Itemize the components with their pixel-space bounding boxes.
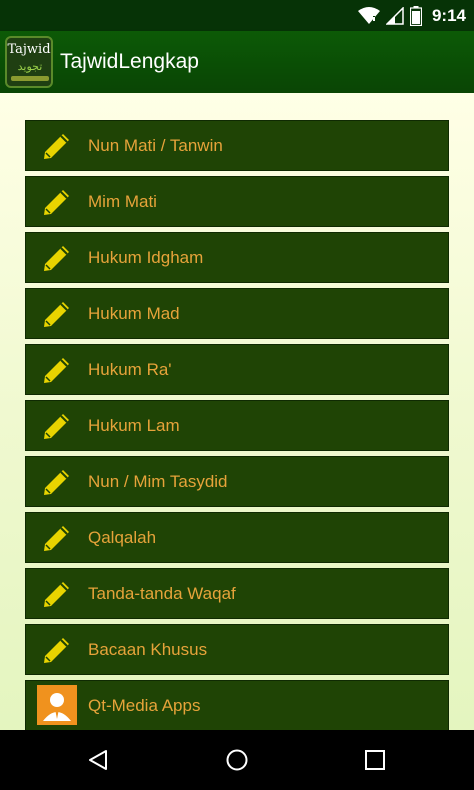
pencil-icon — [44, 302, 69, 327]
pencil-icon — [44, 526, 69, 551]
pencil-icon — [44, 638, 69, 663]
wifi-icon — [357, 6, 380, 24]
menu-item-label: Tanda-tanda Waqaf — [88, 584, 236, 603]
status-icons: 9:14 — [357, 0, 466, 31]
menu-item-label: Nun / Mim Tasydid — [88, 472, 228, 491]
recents-icon — [365, 750, 385, 770]
menu-item-tanda-tanda-waqaf[interactable]: Tanda-tanda Waqaf — [25, 568, 449, 619]
home-button[interactable] — [207, 730, 267, 790]
navigation-bar — [0, 730, 474, 790]
content-area: Nun Mati / Tanwin Mim Mati Hukum Idgham — [0, 93, 474, 730]
logo-arabic-text: تجويد — [17, 61, 43, 73]
pencil-icon — [44, 470, 69, 495]
menu-item-label: Hukum Lam — [88, 416, 180, 435]
pencil-icon — [44, 358, 69, 383]
menu-item-qalqalah[interactable]: Qalqalah — [25, 512, 449, 563]
pencil-icon — [44, 414, 69, 439]
pencil-icon — [44, 190, 69, 215]
menu-item-label: Hukum Idgham — [88, 248, 204, 267]
pencil-icon — [44, 246, 69, 271]
pencil-icon — [44, 134, 69, 159]
back-button[interactable] — [68, 730, 128, 790]
menu-item-label: Qalqalah — [88, 528, 157, 547]
app-bar: Tajwid تجويد TajwidLengkap — [0, 31, 474, 93]
menu-item-bacaan-khusus[interactable]: Bacaan Khusus — [25, 624, 449, 675]
menu-item-label: Mim Mati — [88, 192, 157, 211]
app-title: TajwidLengkap — [60, 50, 199, 73]
menu-item-hukum-lam[interactable]: Hukum Lam — [25, 400, 449, 451]
menu-item-nun-mim-tasydid[interactable]: Nun / Mim Tasydid — [25, 456, 449, 507]
back-icon — [89, 750, 107, 770]
menu-item-mim-mati[interactable]: Mim Mati — [25, 176, 449, 227]
menu-item-hukum-idgham[interactable]: Hukum Idgham — [25, 232, 449, 283]
menu-item-qt-media-apps[interactable]: Qt-Media Apps — [25, 680, 449, 730]
menu-item-hukum-mad[interactable]: Hukum Mad — [25, 288, 449, 339]
signal-icon — [385, 6, 404, 25]
logo-decoration — [11, 76, 49, 81]
status-time: 9:14 — [431, 5, 466, 25]
recents-button[interactable] — [345, 730, 405, 790]
menu-item-label: Nun Mati / Tanwin — [88, 136, 223, 155]
pencil-icon — [44, 582, 69, 607]
menu-item-label: Bacaan Khusus — [88, 640, 208, 659]
app-logo[interactable]: Tajwid تجويد — [5, 36, 53, 88]
menu-item-label: Hukum Mad — [88, 304, 180, 323]
menu-item-nun-mati-tanwin[interactable]: Nun Mati / Tanwin — [25, 120, 449, 171]
home-icon — [226, 749, 248, 771]
logo-text: Tajwid — [7, 41, 51, 57]
menu-item-hukum-ra[interactable]: Hukum Ra' — [25, 344, 449, 395]
menu-item-label: Qt-Media Apps — [88, 696, 201, 715]
status-bar: 9:14 — [0, 0, 474, 31]
battery-icon — [409, 5, 422, 26]
person-app-icon — [37, 685, 77, 725]
menu-item-label: Hukum Ra' — [88, 360, 172, 379]
menu-list: Nun Mati / Tanwin Mim Mati Hukum Idgham — [25, 120, 449, 730]
